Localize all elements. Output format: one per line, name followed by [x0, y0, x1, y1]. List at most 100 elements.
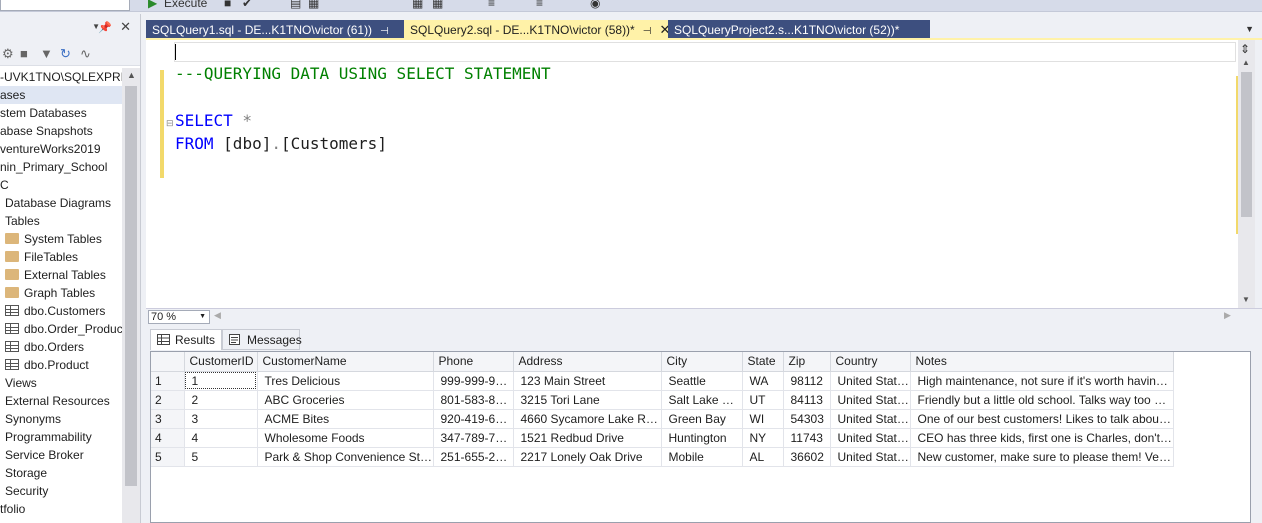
table-cell[interactable]: 347-789-7688 [433, 428, 514, 448]
table-cell[interactable]: NY [742, 428, 784, 448]
layout-icon[interactable]: ▦ [412, 0, 423, 10]
table-cell[interactable]: One of our best customers! Likes to talk… [910, 409, 1174, 429]
collapse-icon[interactable]: ⊟ [166, 118, 174, 129]
table-cell[interactable]: Green Bay [661, 409, 743, 429]
row-number-cell[interactable]: 4 [151, 428, 185, 448]
table-cell[interactable]: 4660 Sycamore Lake Road [513, 409, 662, 429]
results-grid[interactable]: CustomerID CustomerName Phone Address City St… [150, 351, 1251, 523]
table-cell[interactable]: 920-419-6270 [433, 409, 514, 429]
table-cell[interactable]: WI [742, 409, 784, 429]
tree-node[interactable]: ases [0, 86, 122, 104]
tree-node[interactable]: tfolio [0, 500, 122, 518]
row-number-cell[interactable]: 5 [151, 447, 185, 467]
table-cell[interactable]: AL [742, 447, 784, 467]
grid-icon[interactable]: ▦ [432, 0, 443, 10]
tab-results[interactable]: Results [150, 329, 222, 350]
table-cell[interactable]: 4 [184, 428, 258, 448]
query-editor[interactable]: ---QUERYING DATA USING SELECT STATEMENT … [146, 40, 1238, 308]
tree-node[interactable]: dbo.Orders [0, 338, 122, 356]
table-cell[interactable]: Seattle [661, 371, 743, 391]
column-header[interactable]: Notes [910, 352, 1174, 372]
tree-node[interactable]: dbo.Product [0, 356, 122, 374]
pin-icon[interactable]: 📌 [98, 21, 112, 34]
row-number-cell[interactable]: 1 [151, 371, 185, 391]
split-icon[interactable]: ⇕ [1240, 42, 1250, 56]
tree-node[interactable]: Graph Tables [0, 284, 122, 302]
tree-node[interactable]: Synonyms [0, 410, 122, 428]
table-cell[interactable]: United States [830, 447, 911, 467]
table-cell[interactable]: Wholesome Foods [257, 428, 434, 448]
zoom-selector[interactable]: 70 % ▼ [148, 310, 210, 324]
table-row[interactable]: 4 4 Wholesome Foods 347-789-7688 1521 Redbud… [151, 428, 1174, 448]
table-cell[interactable]: Friendly but a little old school. Talks … [910, 390, 1174, 410]
table-cell[interactable]: 3215 Tori Lane [513, 390, 662, 410]
table-cell[interactable]: WA [742, 371, 784, 391]
table-cell[interactable]: ABC Groceries [257, 390, 434, 410]
close-icon[interactable]: ✕ [120, 19, 131, 35]
activity-monitor-icon[interactable]: ∿ [80, 46, 91, 62]
tree-node[interactable]: Programmability [0, 428, 122, 446]
table-cell[interactable]: High maintenance, not sure if it's worth… [910, 371, 1174, 391]
chevron-down-icon[interactable]: ▼ [199, 311, 206, 323]
stop-icon[interactable]: ■ [224, 0, 231, 10]
tree-node[interactable]: stem Databases [0, 104, 122, 122]
row-number-cell[interactable]: 3 [151, 409, 185, 429]
table-cell[interactable]: 251-655-2909 [433, 447, 514, 467]
table-cell[interactable]: 2 [184, 390, 258, 410]
explorer-scroll-thumb[interactable] [125, 86, 137, 486]
scroll-left-icon[interactable]: ◀ [214, 310, 221, 321]
table-cell[interactable]: ACME Bites [257, 409, 434, 429]
parse-icon[interactable]: ✔ [242, 0, 252, 10]
table-cell[interactable]: 801-583-8695 [433, 390, 514, 410]
table-cell[interactable]: 5 [184, 447, 258, 467]
table-cell[interactable]: 1521 Redbud Drive [513, 428, 662, 448]
tree-node[interactable]: External Resources [0, 392, 122, 410]
column-header[interactable]: Address [513, 352, 662, 372]
column-header[interactable]: CustomerID [184, 352, 258, 372]
execute-button[interactable]: Execute [164, 0, 207, 10]
tree-node[interactable]: Security [0, 482, 122, 500]
column-header[interactable]: CustomerName [257, 352, 434, 372]
table-cell[interactable]: Mobile [661, 447, 743, 467]
database-selector[interactable] [0, 0, 130, 11]
indent-icon[interactable]: ≡ [536, 0, 543, 10]
tree-node[interactable]: Storage [0, 464, 122, 482]
column-header[interactable]: Zip [783, 352, 831, 372]
scroll-up-icon[interactable]: ▲ [1242, 58, 1250, 67]
row-number-header[interactable] [151, 352, 185, 372]
table-cell[interactable]: 36602 [783, 447, 831, 467]
table-cell[interactable]: New customer, make sure to please them! … [910, 447, 1174, 467]
refresh-icon[interactable]: ↻ [60, 46, 71, 62]
scroll-up-icon[interactable]: ▲ [127, 70, 136, 80]
table-row[interactable]: 1 1 Tres Delicious 999-999-9999 123 Main Str… [151, 371, 1174, 391]
table-cell[interactable]: 54303 [783, 409, 831, 429]
tree-node[interactable]: nin_Primary_School [0, 158, 122, 176]
table-cell[interactable]: United States [830, 409, 911, 429]
table-row[interactable]: 5 5 Park & Shop Convenience Stores 251-655-… [151, 447, 1174, 467]
table-cell[interactable]: United States [830, 390, 911, 410]
column-header[interactable]: Country [830, 352, 911, 372]
table-cell[interactable]: CEO has three kids, first one is Charles… [910, 428, 1174, 448]
comment-icon[interactable]: ≡ [488, 0, 495, 10]
tab-messages[interactable]: Messages [222, 329, 302, 350]
results-to-grid-icon[interactable]: ▦ [308, 0, 319, 10]
tree-node[interactable]: dbo.Order_Product [0, 320, 122, 338]
tab-sqlquery2[interactable]: SQLQuery2.sql - DE...K1TNO\victor (58))*… [404, 20, 670, 40]
tree-node[interactable]: abase Snapshots [0, 122, 122, 140]
editor-vertical-scrollbar[interactable]: ⇕ ▲ ▼ [1238, 40, 1255, 308]
results-to-text-icon[interactable]: ▤ [290, 0, 301, 10]
table-cell[interactable]: 1 [184, 371, 258, 391]
table-cell[interactable]: Huntington [661, 428, 743, 448]
tree-node[interactable]: System Tables [0, 230, 122, 248]
disconnect-icon[interactable]: ■ [20, 46, 28, 61]
explorer-scrollbar[interactable]: ▲ [122, 68, 140, 523]
tab-list-dropdown-icon[interactable]: ▼ [1245, 24, 1254, 34]
connect-icon[interactable]: ⚙ [2, 46, 14, 62]
table-row[interactable]: 2 2 ABC Groceries 801-583-8695 3215 Tori Lan… [151, 390, 1174, 410]
tree-node[interactable]: Database Diagrams [0, 194, 122, 212]
options-icon[interactable]: ◉ [590, 0, 600, 10]
table-cell[interactable]: 84113 [783, 390, 831, 410]
table-cell[interactable]: United States [830, 371, 911, 391]
tree-node[interactable]: Service Broker [0, 446, 122, 464]
row-number-cell[interactable]: 2 [151, 390, 185, 410]
